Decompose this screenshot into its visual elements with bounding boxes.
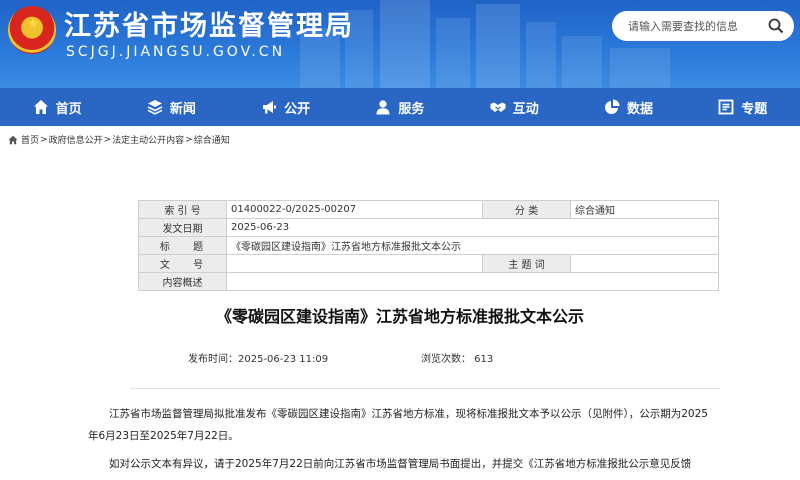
site-domain: SCJGJ.JIANGSU.GOV.CN (66, 44, 286, 60)
publish-time: 发布时间：2025-06-23 11:09 (188, 354, 329, 365)
nav-item-label: 专题 (741, 101, 768, 117)
home-icon (8, 135, 18, 144)
title-value: 《零碳园区建设指南》江苏省地方标准报批文本公示 (226, 236, 719, 255)
article-paragraph: 如对公示文本有异议，请于2025年7月22日前向江苏省市场监督管理局书面提出，并… (109, 458, 692, 470)
document-info-table: 索 引 号 01400022-0/2025-00207 分 类 综合通知 发文日… (138, 200, 719, 291)
title-label: 标 题 (138, 236, 227, 255)
nav-item-news[interactable]: 新闻 (114, 88, 228, 126)
nav-item-data[interactable]: 数据 (571, 88, 685, 126)
date-label: 发文日期 (138, 218, 227, 237)
nav-item-label: 互动 (512, 101, 539, 117)
nav-item-label: 数据 (626, 101, 653, 117)
handshake-icon (490, 99, 506, 115)
national-emblem-icon: ★ (8, 6, 56, 54)
breadcrumb-separator: > (40, 134, 48, 145)
site-title[interactable]: 江苏省市场监督管理局 (64, 4, 354, 43)
article-title: 《零碳园区建设指南》江苏省地方标准报批文本公示 (215, 307, 584, 326)
breadcrumb-notice-link[interactable]: 综合通知 (194, 133, 230, 146)
nav-item-home[interactable]: 首页 (0, 88, 114, 126)
nav-item-label: 服务 (398, 101, 425, 117)
site-header: ★ 江苏省市场监督管理局 SCJGJ.JIANGSU.GOV.CN (0, 0, 800, 88)
breadcrumb-separator: > (185, 134, 193, 145)
main-nav: 首页 新闻 公开 服务 互动 数据 专题 (0, 88, 800, 126)
nav-item-public[interactable]: 公开 (229, 88, 343, 126)
summary-label: 内容概述 (138, 272, 227, 291)
breadcrumb-home-link[interactable]: 首页 (21, 133, 39, 146)
nav-item-service[interactable]: 服务 (343, 88, 457, 126)
table-row: 索 引 号 01400022-0/2025-00207 分 类 综合通知 (138, 200, 719, 219)
megaphone-icon (261, 99, 277, 115)
search-box (612, 11, 794, 41)
user-service-icon (375, 99, 391, 115)
topic-icon (718, 99, 734, 115)
table-row: 文 号 主 题 词 (138, 254, 719, 273)
table-row: 内容概述 (138, 272, 719, 291)
nav-item-label: 公开 (284, 101, 311, 117)
keywords-label: 主 题 词 (482, 254, 571, 273)
divider (130, 388, 720, 389)
docno-label: 文 号 (138, 254, 227, 273)
view-count: 浏览次数： 613 (421, 354, 494, 365)
breadcrumb: 首页 > 政府信息公开 > 法定主动公开内容 > 综合通知 (8, 133, 230, 146)
docno-value (226, 254, 483, 273)
pie-chart-icon (604, 99, 620, 115)
date-value: 2025-06-23 (226, 218, 719, 237)
category-value: 综合通知 (570, 200, 719, 219)
keywords-value (570, 254, 719, 273)
breadcrumb-gov-info-link[interactable]: 政府信息公开 (49, 133, 103, 146)
breadcrumb-separator: > (103, 134, 112, 145)
breadcrumb-statutory-link[interactable]: 法定主动公开内容 (112, 133, 184, 146)
table-row: 发文日期 2025-06-23 (138, 218, 719, 237)
index-value: 01400022-0/2025-00207 (226, 200, 483, 219)
layers-icon (147, 99, 163, 115)
category-label: 分 类 (482, 200, 571, 219)
search-input[interactable] (628, 17, 758, 35)
nav-item-topic[interactable]: 专题 (686, 88, 800, 126)
nav-item-label: 新闻 (169, 101, 196, 117)
table-row: 标 题 《零碳园区建设指南》江苏省地方标准报批文本公示 (138, 236, 719, 255)
nav-item-interact[interactable]: 互动 (457, 88, 571, 126)
article-paragraph: 江苏省市场监督管理局拟批准发布《零碳园区建设指南》江苏省地方标准，现将标准报批文… (88, 408, 708, 442)
search-icon[interactable] (768, 18, 784, 34)
nav-item-label: 首页 (55, 101, 82, 117)
index-label: 索 引 号 (138, 200, 227, 219)
home-icon (33, 99, 49, 115)
summary-value (226, 272, 719, 291)
